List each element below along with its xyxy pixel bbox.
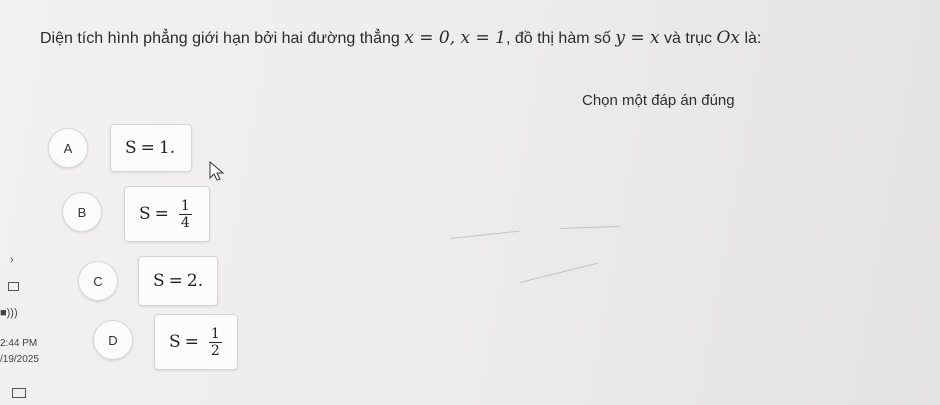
notification-icon[interactable]: [12, 388, 26, 398]
option-b-numerator: 1: [178, 197, 192, 215]
option-b-fraction: 1 4: [178, 197, 192, 231]
option-c-answer[interactable]: S = 2.: [138, 256, 218, 306]
option-d-fraction: 1 2: [208, 325, 222, 359]
question-suffix: là:: [740, 30, 762, 47]
display-icon[interactable]: [8, 282, 19, 291]
background-mark: [559, 225, 620, 229]
question-text: Diện tích hình phẳng giới hạn bởi hai đư…: [40, 28, 930, 49]
background-mark: [519, 262, 598, 283]
question-mid2: và trục: [659, 30, 717, 47]
background-mark: [449, 230, 520, 239]
equals-sign: =: [140, 138, 155, 158]
option-b-letter[interactable]: B: [62, 192, 102, 232]
option-a-letter[interactable]: A: [48, 128, 88, 168]
mouse-cursor-icon: [209, 160, 225, 181]
math-axis: Ox: [716, 28, 741, 48]
option-d-lhs: S: [169, 332, 181, 352]
option-d-answer[interactable]: S = 1 2: [154, 314, 238, 370]
option-c-letter[interactable]: C: [78, 261, 118, 301]
option-b-denominator: 4: [180, 214, 190, 231]
option-b-answer[interactable]: S = 1 4: [124, 186, 210, 242]
taskbar-time[interactable]: 2:44 PM: [0, 338, 37, 349]
equals-sign: =: [184, 332, 199, 352]
question-mid: , đồ thị hàm số: [505, 30, 616, 47]
speaker-icon[interactable]: ■))): [0, 307, 18, 319]
option-d-letter[interactable]: D: [93, 320, 133, 360]
option-d-denominator: 2: [210, 342, 220, 359]
option-c-lhs: S: [153, 271, 165, 291]
option-b-lhs: S: [139, 204, 151, 224]
option-d-numerator: 1: [208, 325, 222, 343]
option-a-lhs: S: [125, 138, 137, 158]
question-prefix: Diện tích hình phẳng giới hạn bởi hai đư…: [40, 30, 405, 47]
equals-sign: =: [168, 271, 183, 291]
math-function: y = x: [615, 28, 660, 48]
option-a-answer[interactable]: S = 1.: [110, 124, 192, 172]
answer-prompt: Chọn một đáp án đúng: [582, 92, 735, 109]
option-a-value: 1.: [158, 138, 176, 158]
taskbar-date[interactable]: /19/2025: [0, 354, 39, 365]
equals-sign: =: [154, 204, 169, 224]
taskbar-edge: › ■))) 2:44 PM /19/2025: [0, 0, 39, 405]
math-x-bounds: x = 0, x = 1: [404, 28, 506, 48]
chevron-right-icon[interactable]: ›: [10, 254, 14, 266]
option-c-value: 2.: [186, 271, 204, 291]
